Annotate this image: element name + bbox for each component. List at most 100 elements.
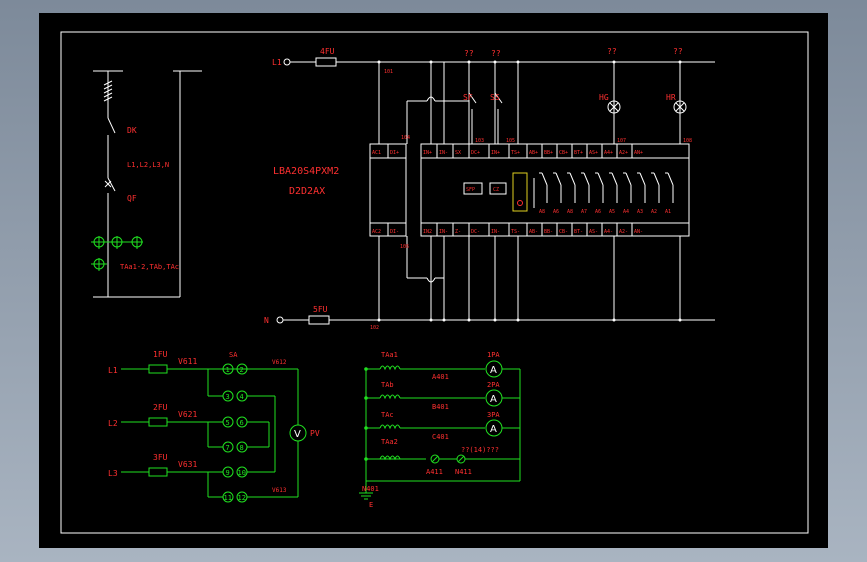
node-103: 103 [475, 138, 484, 144]
v621-label: V621 [178, 410, 197, 419]
terminal-bottom-0: AC2 [372, 229, 381, 235]
q4-label: ?? [673, 47, 683, 56]
schematic: L1 4FU N 5FU SF SS ?? ?? ?? ?? HG HR 101… [60, 31, 809, 534]
relay-label-1: A6 [553, 209, 559, 215]
v613-label: V613 [272, 487, 287, 494]
sa-contact-label-3: 3 [226, 393, 230, 401]
l1-terminal [283, 58, 291, 66]
sa-contact-label-1: 1 [226, 366, 230, 374]
earth-label: E [369, 501, 373, 509]
terminal-top-7: TS+ [511, 150, 520, 156]
relay-label-7: A3 [637, 209, 643, 215]
terminal-top-15: AN+ [634, 150, 643, 156]
n411-label: N411 [455, 468, 472, 476]
terminal-bottom-2: IN2 [423, 229, 432, 235]
node-104: 104 [401, 135, 410, 141]
terminal-top-8: AB+ [529, 150, 538, 156]
n-label: N [264, 316, 269, 325]
n401-label: N401 [362, 485, 379, 493]
taa2-label: TAa2 [381, 438, 398, 446]
top-circuit: L1 4FU N 5FU SF SS ?? ?? ?? ?? HG HR 101… [264, 47, 715, 331]
v612-label: V612 [272, 359, 287, 366]
terminal-top-4: SX [455, 150, 461, 156]
terminal-bottom-13: A4- [604, 229, 613, 235]
terminal-row-bottom: AC2 DI- IN2 IN- Z- DC- IN- TS- AB- BB- CB- BT- AS- A4… [372, 223, 643, 236]
terminal-row-top: AC1 DI+ IN+ IN- SX DC+ IN+ TS+ AB+ BB+ CB+ BT+ AS+ A4… [372, 144, 643, 158]
ss-label: SS [490, 93, 500, 102]
fuse-2fu [148, 417, 168, 427]
a411-label: A411 [426, 468, 443, 476]
fuse-2fu-label: 2FU [153, 403, 168, 412]
node-106: 106 [400, 244, 409, 250]
a401-label: A401 [432, 373, 449, 381]
terminal-bottom-14: A2- [619, 229, 628, 235]
n-terminal [276, 316, 284, 324]
q2-label: ?? [491, 49, 501, 58]
sa-contact-label-8: 8 [240, 444, 244, 452]
model-line-1: LBA20S4PXM2 [273, 166, 339, 177]
node-102: 102 [370, 325, 379, 331]
sa-contact-label-9: 9 [226, 469, 230, 477]
taa1-label: TAa1 [381, 351, 398, 359]
relay-contacts: A8 A6 A8 A7 A6 A5 A4 A3 A2 A1 [533, 172, 674, 215]
terminal-bottom-8: AB- [529, 229, 538, 235]
sa-contact-label-7: 7 [226, 444, 230, 452]
left-single-line: DK L1,L2,L3,N QF TAa1-2,TAb,TAc [91, 70, 202, 298]
fuse-4fu [315, 57, 337, 67]
voltmeter-symbol: V [294, 429, 301, 440]
relay-label-3: A7 [581, 209, 587, 215]
model-line-2: D2D2AX [289, 186, 325, 197]
note-label: ??(14)??? [461, 446, 499, 454]
sa-contact-label-6: 6 [240, 419, 244, 427]
fuse-4fu-label: 4FU [320, 47, 335, 56]
fuse-1fu [148, 364, 168, 374]
relay-label-4: A6 [595, 209, 601, 215]
drawing-canvas: L1 4FU N 5FU SF SS ?? ?? ?? ?? HG HR 101… [39, 13, 828, 548]
tac-label: TAc [381, 411, 394, 419]
voltage-circuit: 1 23 45 67 89 1011 12 V L1 L2 L3 1FU 2FU 3FU V… [108, 350, 320, 503]
sa-contact-label-10: 10 [238, 469, 246, 477]
node-101: 101 [384, 69, 393, 75]
volt-l3-label: L3 [108, 469, 118, 478]
fuse-3fu [148, 467, 168, 477]
sa-contact-label-5: 5 [226, 419, 230, 427]
ct-coil-1 [379, 394, 401, 400]
pa1-label: 1PA [487, 351, 500, 359]
terminal-top-2: IN+ [423, 150, 432, 156]
terminal-bottom-3: IN- [439, 229, 448, 235]
fuse-3fu-label: 3FU [153, 453, 168, 462]
ct-coil-0 [379, 365, 401, 371]
terminal-bottom-12: AS- [589, 229, 598, 235]
ct-coil-2 [379, 424, 401, 430]
sa-contact-label-12: 12 [238, 494, 246, 502]
terminal-top-3: IN- [439, 150, 448, 156]
relay-label-2: A8 [567, 209, 573, 215]
terminal-bottom-5: DC- [471, 229, 480, 235]
fuse-5fu-label: 5FU [313, 305, 328, 314]
node-107: 107 [617, 138, 626, 144]
sf-label: SF [463, 93, 473, 102]
terminal-top-5: DC+ [471, 150, 480, 156]
title-frame [60, 31, 809, 534]
hg-label: HG [599, 93, 609, 102]
ammeter-symbol-3: A [490, 424, 497, 435]
sa-switch-contacts: 1 23 45 67 89 1011 12 [208, 363, 263, 503]
terminal-bottom-7: TS- [511, 229, 520, 235]
fuse-1fu-label: 1FU [153, 350, 168, 359]
volt-l1-label: L1 [108, 366, 118, 375]
sa-contact-label-11: 11 [224, 494, 232, 502]
c401-label: C401 [432, 433, 449, 441]
terminal-bottom-10: CB- [559, 229, 568, 235]
ammeter-symbol-2: A [490, 394, 497, 405]
terminal-top-12: AS+ [589, 150, 598, 156]
terminal-top-13: A4+ [604, 150, 613, 156]
pa2-label: 2PA [487, 381, 500, 389]
ammeter-symbol-1: A [490, 365, 497, 376]
terminal-bottom-11: BT- [574, 229, 583, 235]
terminal-bottom-15: AN- [634, 229, 643, 235]
dk-label: DK [127, 126, 137, 135]
bus-label: L1,L2,L3,N [127, 161, 169, 169]
sa-contact-label-4: 4 [240, 393, 244, 401]
ta-label: TAa1-2,TAb,TAc [120, 263, 179, 271]
terminal-top-14: A2+ [619, 150, 628, 156]
